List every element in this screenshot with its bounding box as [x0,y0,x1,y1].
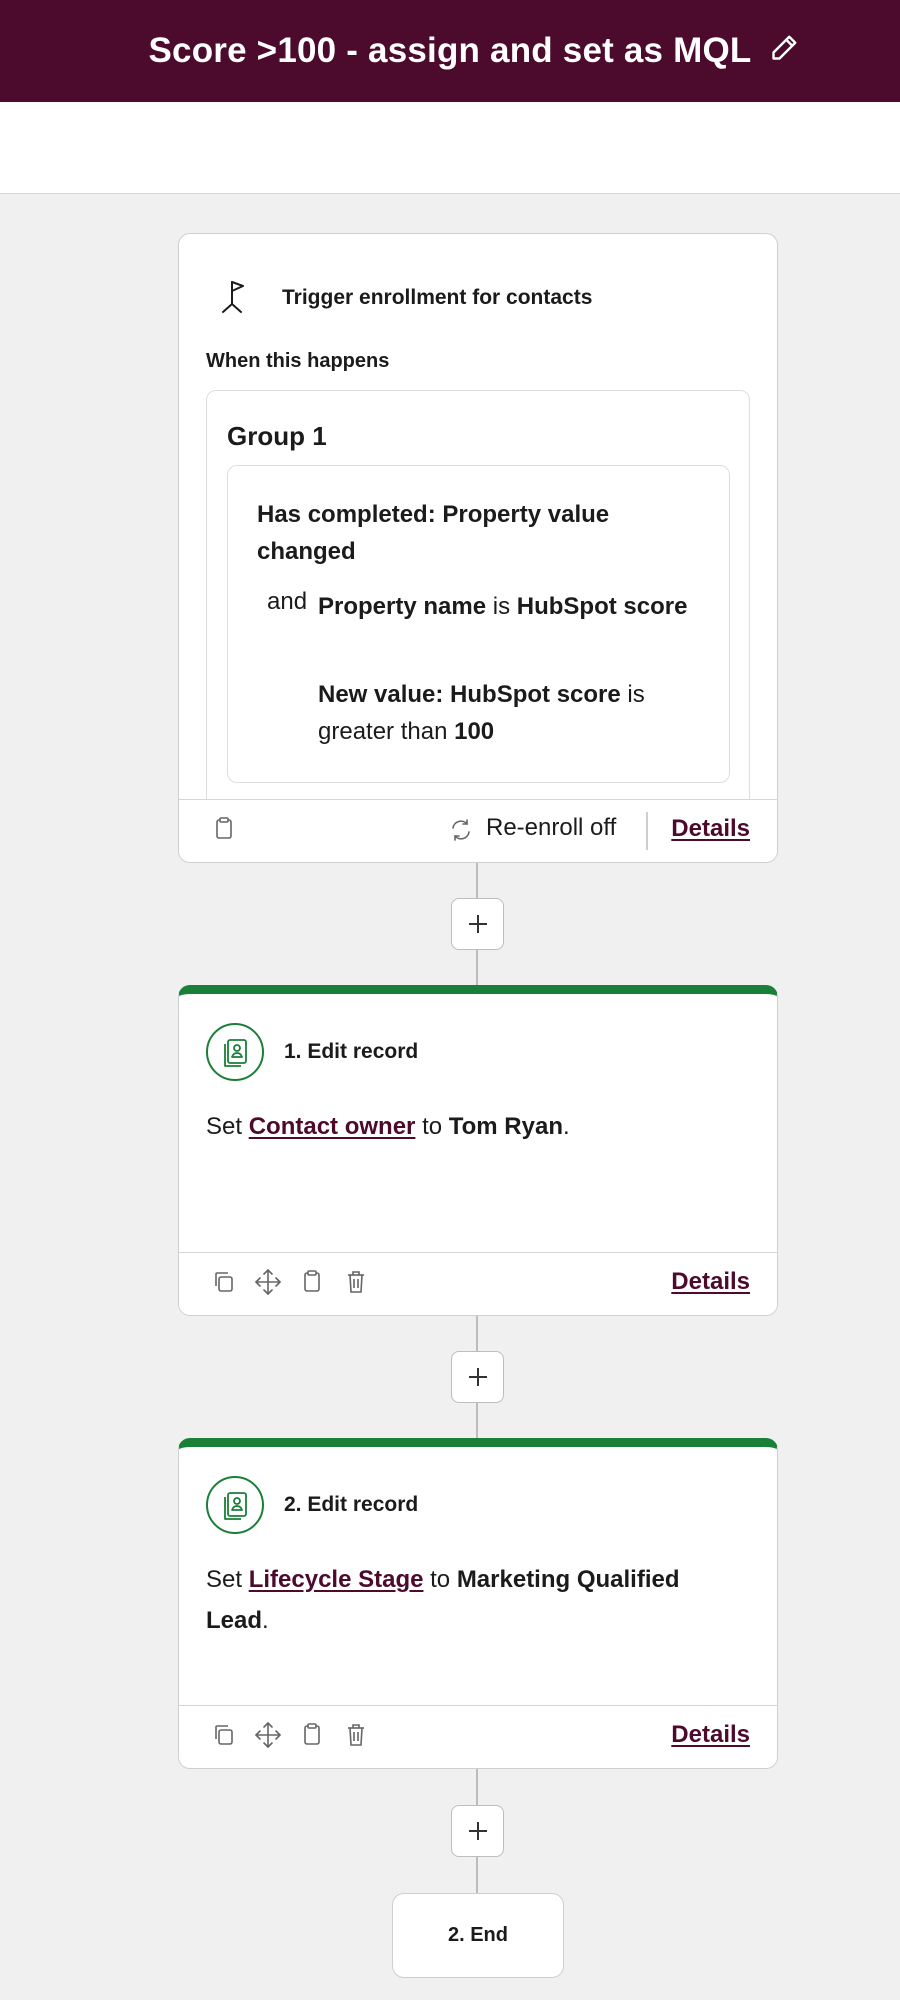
filter-condition[interactable]: Has completed: Property value changed an… [227,465,730,783]
action-card-1[interactable]: 1. Edit record Set Contact owner to Tom … [178,985,778,1316]
new-value-label: New value: HubSpot score [318,681,621,708]
action-footer: Details [179,1252,777,1315]
record-icon [206,1023,264,1081]
property-name-filter: Property name is HubSpot score [318,588,688,625]
condition-event: Has completed: Property value changed [257,501,610,565]
period: . [262,1607,269,1634]
to-label: to [430,1566,451,1593]
toolbar-area [0,102,900,194]
and-label: and [267,588,308,615]
divider [646,812,648,850]
workflow-header: Score >100 - assign and set as MQL [0,0,900,102]
action-description: Set Lifecycle Stage to Marketing Qualifi… [206,1559,746,1641]
clipboard-icon[interactable] [209,814,239,844]
plus-icon [468,1368,487,1386]
when-label: When this happens [206,350,390,372]
action-description: Set Contact owner to Tom Ryan. [206,1106,746,1147]
trash-icon[interactable] [341,1720,371,1750]
action-footer: Details [179,1705,777,1768]
new-value-filter: New value: HubSpot score is greater than… [318,676,688,750]
plus-icon [468,915,487,933]
add-action-button[interactable] [451,1805,504,1857]
property-name-value: HubSpot score [516,593,688,620]
action-title: 2. Edit record [284,1493,419,1516]
period: . [562,1113,570,1140]
clipboard-icon[interactable] [297,1720,327,1750]
condition-group[interactable]: Group 1 Has completed: Property value ch… [206,390,750,810]
trash-icon[interactable] [341,1267,371,1297]
action-details-link[interactable]: Details [671,1721,750,1749]
group-title: Group 1 [227,421,327,451]
end-node[interactable]: 2. End [392,1893,564,1978]
trigger-card[interactable]: Trigger enrollment for contacts When thi… [178,233,778,863]
move-icon[interactable] [253,1720,283,1750]
record-icon [206,1476,264,1534]
trigger-footer: Re-enroll off Details [179,799,777,862]
trigger-title: Trigger enrollment for contacts [282,286,593,309]
clipboard-icon[interactable] [297,1267,327,1297]
pencil-icon[interactable] [766,30,802,66]
action-details-link[interactable]: Details [671,1268,750,1296]
copy-icon[interactable] [209,1267,239,1297]
trigger-details-link[interactable]: Details [671,815,750,843]
add-action-button[interactable] [451,1351,504,1403]
flag-icon [222,281,244,313]
threshold-value: 100 [454,718,495,745]
move-icon[interactable] [253,1267,283,1297]
to-label: to [422,1113,443,1140]
operator-label: greater than [318,718,448,745]
refresh-icon [452,819,470,841]
is-label: is [627,681,645,708]
set-label: Set [206,1566,243,1593]
property-link[interactable]: Contact owner [249,1113,416,1140]
property-value: Tom Ryan [448,1113,563,1140]
copy-icon[interactable] [209,1720,239,1750]
end-label: 2. End [447,1924,508,1946]
set-label: Set [206,1113,243,1140]
plus-icon [468,1822,487,1840]
reenroll-status[interactable]: Re-enroll off [486,814,616,842]
property-link[interactable]: Lifecycle Stage [249,1566,424,1593]
workflow-title: Score >100 - assign and set as MQL [148,31,752,70]
is-label: is [492,593,511,620]
add-action-button[interactable] [451,898,504,950]
action-title: 1. Edit record [284,1040,419,1063]
action-card-2[interactable]: 2. Edit record Set Lifecycle Stage to Ma… [178,1438,778,1769]
property-name-label: Property name [318,593,487,620]
